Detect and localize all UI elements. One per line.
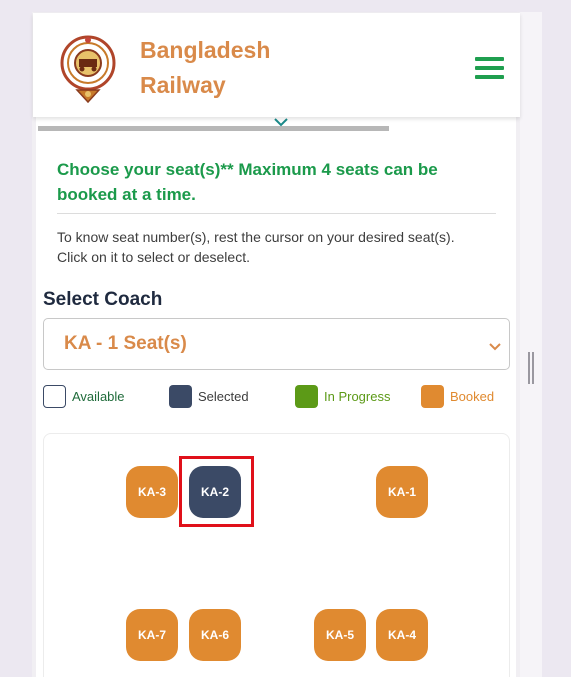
selected-swatch: [169, 385, 192, 408]
coach-select[interactable]: KA - 1 Seat(s): [43, 318, 510, 370]
seat-ka-6[interactable]: KA-6: [189, 609, 241, 661]
step-progress-track: [38, 126, 389, 131]
legend-booked: Booked: [421, 385, 511, 409]
select-coach-label: Select Coach: [43, 289, 163, 310]
coach-select-value: KA - 1 Seat(s): [64, 333, 187, 354]
hamburger-icon[interactable]: [475, 57, 504, 79]
hamburger-bar-top: [475, 57, 504, 61]
seat-map: KA-3 KA-2 KA-1 KA-7 KA-6 KA-5 KA-4: [43, 433, 510, 677]
brand-line-1: Bangladesh: [140, 37, 271, 63]
selection-highlight: [179, 456, 254, 527]
seat-limit-headline: Choose your seat(s)** Maximum 4 seats ca…: [57, 160, 438, 204]
scrollbar-track[interactable]: [520, 12, 542, 677]
hamburger-bar-middle: [475, 66, 504, 70]
scrollbar-grip[interactable]: [528, 352, 534, 384]
railway-logo-icon[interactable]: [59, 32, 117, 106]
seat-instructions: To know seat number(s), rest the cursor …: [57, 229, 455, 265]
seat-ka-7[interactable]: KA-7: [126, 609, 178, 661]
seat-ka-4[interactable]: KA-4: [376, 609, 428, 661]
booked-swatch: [421, 385, 444, 408]
brand-title[interactable]: Bangladesh Railway: [140, 33, 340, 103]
hamburger-bar-bottom: [475, 75, 504, 79]
legend-booked-label: Booked: [450, 389, 495, 404]
chevron-down-icon: [489, 339, 501, 351]
in-progress-swatch: [295, 385, 318, 408]
seat-ka-5[interactable]: KA-5: [314, 609, 366, 661]
legend-selected: Selected: [169, 385, 269, 409]
brand-line-2: Railway: [140, 72, 226, 98]
seat-ka-3[interactable]: KA-3: [126, 466, 178, 518]
legend-available-label: Available: [72, 389, 125, 404]
site-header: Bangladesh Railway: [33, 13, 520, 117]
seat-ka-1[interactable]: KA-1: [376, 466, 428, 518]
available-swatch: [43, 385, 66, 408]
seat-selection-content: Choose your seat(s)** Maximum 4 seats ca…: [36, 117, 516, 677]
legend-in-progress-label: In Progress: [324, 389, 391, 404]
legend-available: Available: [43, 385, 143, 409]
legend-in-progress: In Progress: [295, 385, 405, 409]
legend-selected-label: Selected: [198, 389, 249, 404]
chevron-down-icon: [274, 115, 288, 129]
divider: [57, 213, 496, 214]
